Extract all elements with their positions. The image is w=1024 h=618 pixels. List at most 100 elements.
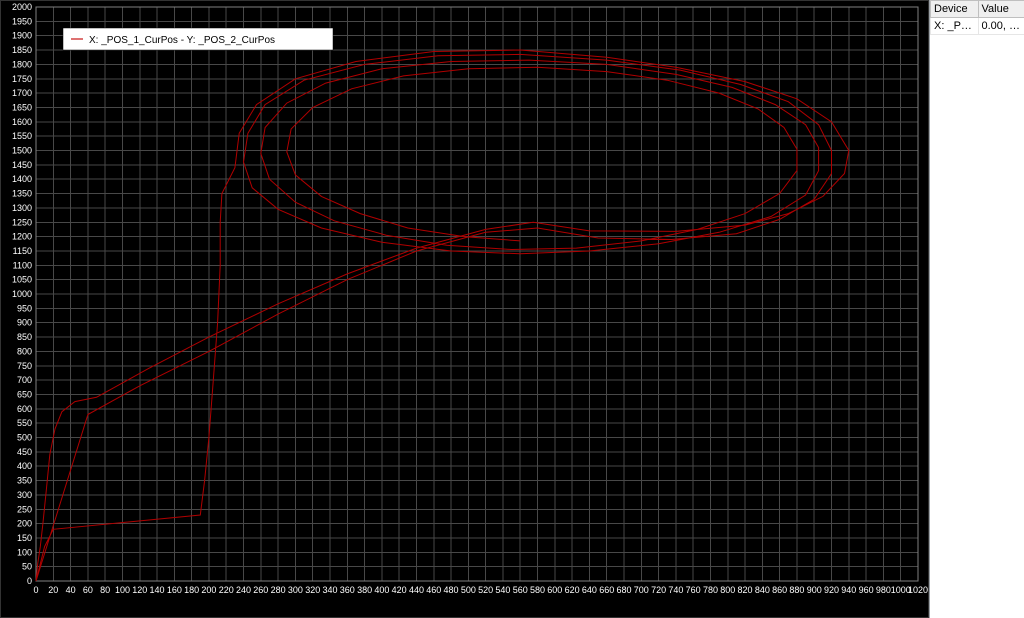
svg-text:1000: 1000	[12, 289, 32, 299]
svg-text:0: 0	[33, 585, 38, 595]
svg-text:620: 620	[565, 585, 580, 595]
plot-area[interactable]: 0204060801001201401601802002202402602803…	[0, 0, 929, 618]
svg-text:1700: 1700	[12, 88, 32, 98]
svg-text:700: 700	[17, 375, 32, 385]
svg-text:640: 640	[582, 585, 597, 595]
svg-text:500: 500	[17, 433, 32, 443]
svg-text:840: 840	[755, 585, 770, 595]
svg-text:1800: 1800	[12, 59, 32, 69]
svg-text:980: 980	[876, 585, 891, 595]
svg-text:700: 700	[634, 585, 649, 595]
svg-text:900: 900	[17, 318, 32, 328]
svg-text:80: 80	[100, 585, 110, 595]
svg-text:40: 40	[66, 585, 76, 595]
svg-text:880: 880	[789, 585, 804, 595]
legend-series-label: X: _POS_1_CurPos - Y: _POS_2_CurPos	[89, 35, 275, 46]
svg-text:380: 380	[357, 585, 372, 595]
svg-text:260: 260	[253, 585, 268, 595]
svg-text:800: 800	[720, 585, 735, 595]
svg-text:350: 350	[17, 476, 32, 486]
svg-text:750: 750	[17, 361, 32, 371]
svg-text:1850: 1850	[12, 45, 32, 55]
svg-text:20: 20	[48, 585, 58, 595]
svg-text:820: 820	[738, 585, 753, 595]
svg-text:1300: 1300	[12, 203, 32, 213]
svg-text:860: 860	[772, 585, 787, 595]
svg-text:940: 940	[841, 585, 856, 595]
svg-text:1200: 1200	[12, 232, 32, 242]
svg-text:200: 200	[201, 585, 216, 595]
svg-text:160: 160	[167, 585, 182, 595]
svg-text:850: 850	[17, 332, 32, 342]
svg-text:920: 920	[824, 585, 839, 595]
svg-text:1500: 1500	[12, 146, 32, 156]
table-row[interactable]: X: _POS_1… 0.00, 0.…	[931, 18, 1024, 35]
svg-text:140: 140	[150, 585, 165, 595]
svg-text:1250: 1250	[12, 217, 32, 227]
col-header-value[interactable]: Value	[978, 1, 1024, 18]
svg-text:450: 450	[17, 447, 32, 457]
svg-text:420: 420	[392, 585, 407, 595]
svg-text:1900: 1900	[12, 31, 32, 41]
svg-text:960: 960	[859, 585, 874, 595]
svg-text:100: 100	[17, 547, 32, 557]
svg-text:900: 900	[807, 585, 822, 595]
svg-text:1950: 1950	[12, 16, 32, 26]
svg-text:50: 50	[22, 562, 32, 572]
svg-text:1550: 1550	[12, 131, 32, 141]
svg-text:60: 60	[83, 585, 93, 595]
svg-text:400: 400	[17, 461, 32, 471]
svg-text:520: 520	[478, 585, 493, 595]
svg-text:2000: 2000	[12, 2, 32, 12]
svg-text:120: 120	[132, 585, 147, 595]
svg-text:320: 320	[305, 585, 320, 595]
svg-text:1600: 1600	[12, 117, 32, 127]
svg-text:500: 500	[461, 585, 476, 595]
svg-text:300: 300	[17, 490, 32, 500]
svg-text:1450: 1450	[12, 160, 32, 170]
svg-text:360: 360	[340, 585, 355, 595]
svg-text:1750: 1750	[12, 74, 32, 84]
svg-text:540: 540	[495, 585, 510, 595]
svg-text:560: 560	[513, 585, 528, 595]
svg-text:1100: 1100	[13, 260, 32, 270]
svg-text:650: 650	[17, 389, 32, 399]
svg-text:780: 780	[703, 585, 718, 595]
svg-text:950: 950	[17, 303, 32, 313]
svg-text:680: 680	[616, 585, 631, 595]
cell-device: X: _POS_1…	[931, 18, 979, 35]
legend: X: _POS_1_CurPos - Y: _POS_2_CurPos	[63, 28, 333, 50]
svg-text:300: 300	[288, 585, 303, 595]
svg-text:800: 800	[17, 346, 32, 356]
svg-text:440: 440	[409, 585, 424, 595]
svg-text:0: 0	[27, 576, 32, 586]
svg-text:1350: 1350	[12, 189, 32, 199]
svg-text:220: 220	[219, 585, 234, 595]
svg-text:1400: 1400	[12, 174, 32, 184]
svg-text:150: 150	[17, 533, 32, 543]
svg-text:180: 180	[184, 585, 199, 595]
cell-value: 0.00, 0.…	[978, 18, 1024, 35]
svg-text:480: 480	[444, 585, 459, 595]
col-header-device[interactable]: Device	[931, 1, 979, 18]
svg-text:200: 200	[17, 519, 32, 529]
svg-text:1150: 1150	[13, 246, 32, 256]
svg-text:660: 660	[599, 585, 614, 595]
svg-text:760: 760	[686, 585, 701, 595]
svg-text:460: 460	[426, 585, 441, 595]
svg-text:600: 600	[17, 404, 32, 414]
svg-text:280: 280	[271, 585, 286, 595]
svg-text:240: 240	[236, 585, 251, 595]
svg-text:720: 720	[651, 585, 666, 595]
svg-text:740: 740	[668, 585, 683, 595]
side-panel[interactable]: Device Value X: _POS_1… 0.00, 0.…	[929, 0, 1024, 618]
svg-text:1020: 1020	[908, 585, 928, 595]
svg-text:340: 340	[322, 585, 337, 595]
svg-text:600: 600	[547, 585, 562, 595]
device-value-table: Device Value X: _POS_1… 0.00, 0.…	[930, 0, 1024, 35]
svg-text:250: 250	[17, 504, 32, 514]
svg-text:400: 400	[374, 585, 389, 595]
svg-text:100: 100	[115, 585, 130, 595]
svg-text:580: 580	[530, 585, 545, 595]
svg-text:1650: 1650	[12, 102, 32, 112]
